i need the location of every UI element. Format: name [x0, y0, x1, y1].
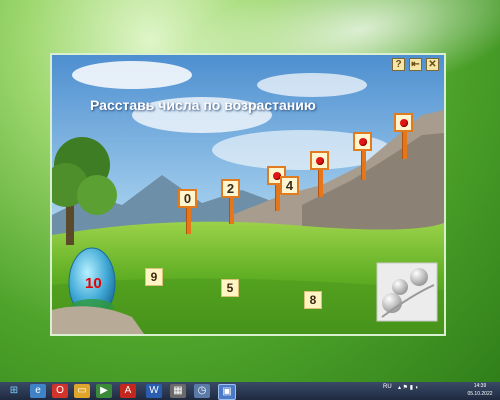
sign-pole	[318, 169, 323, 197]
media-player-icon[interactable]: ▶	[96, 384, 112, 398]
media-icon[interactable]: ▦	[170, 384, 186, 398]
red-dot-icon	[359, 138, 367, 146]
empty-sign[interactable]	[353, 132, 372, 151]
taskbar: ⊞ e O ▭ ▶ A W ▦ ◷ ▣ RU ▴ ⚑ ▮ ◖ 14:39 05.…	[0, 382, 500, 400]
language-indicator[interactable]: RU	[383, 384, 392, 390]
tray-icons[interactable]: ▴ ⚑ ▮ ◖	[398, 384, 418, 391]
pdf-icon[interactable]: A	[120, 384, 136, 398]
number-tile[interactable]: 8	[304, 291, 322, 309]
word-icon[interactable]: W	[146, 384, 162, 398]
clock-app-icon[interactable]: ◷	[194, 384, 210, 398]
empty-sign[interactable]	[394, 113, 413, 132]
instruction-title: Расставь числа по возрастанию	[90, 97, 316, 113]
opera-icon[interactable]: O	[52, 384, 68, 398]
red-dot-icon	[316, 157, 324, 165]
help-button[interactable]: ?	[392, 58, 405, 71]
home-button[interactable]: ⇤	[409, 58, 422, 71]
ie-icon[interactable]: e	[30, 384, 46, 398]
number-tile[interactable]: 9	[145, 268, 163, 286]
start-icon[interactable]: ⊞	[6, 384, 22, 398]
close-button[interactable]: ✕	[426, 58, 439, 71]
explorer-icon[interactable]: ▭	[74, 384, 90, 398]
number-sign[interactable]: 4	[280, 176, 299, 195]
empty-sign[interactable]	[310, 151, 329, 170]
number-sign[interactable]: 0	[178, 189, 197, 208]
game-window: ? ⇤ ✕ Расставь числа по возрастанию 0 2 …	[50, 53, 446, 336]
number-sign[interactable]: 2	[221, 179, 240, 198]
tray-date[interactable]: 05.10.2022	[465, 391, 495, 397]
number-tile[interactable]: 5	[221, 279, 239, 297]
sign-pole	[229, 198, 234, 224]
sign-pole	[402, 131, 407, 159]
window-icon[interactable]: ▣	[218, 384, 236, 400]
egg-counter: 10	[85, 275, 102, 292]
red-dot-icon	[400, 119, 408, 127]
sign-pole	[186, 204, 191, 234]
tray-time[interactable]: 14:39	[465, 383, 495, 389]
sign-pole	[361, 150, 366, 180]
